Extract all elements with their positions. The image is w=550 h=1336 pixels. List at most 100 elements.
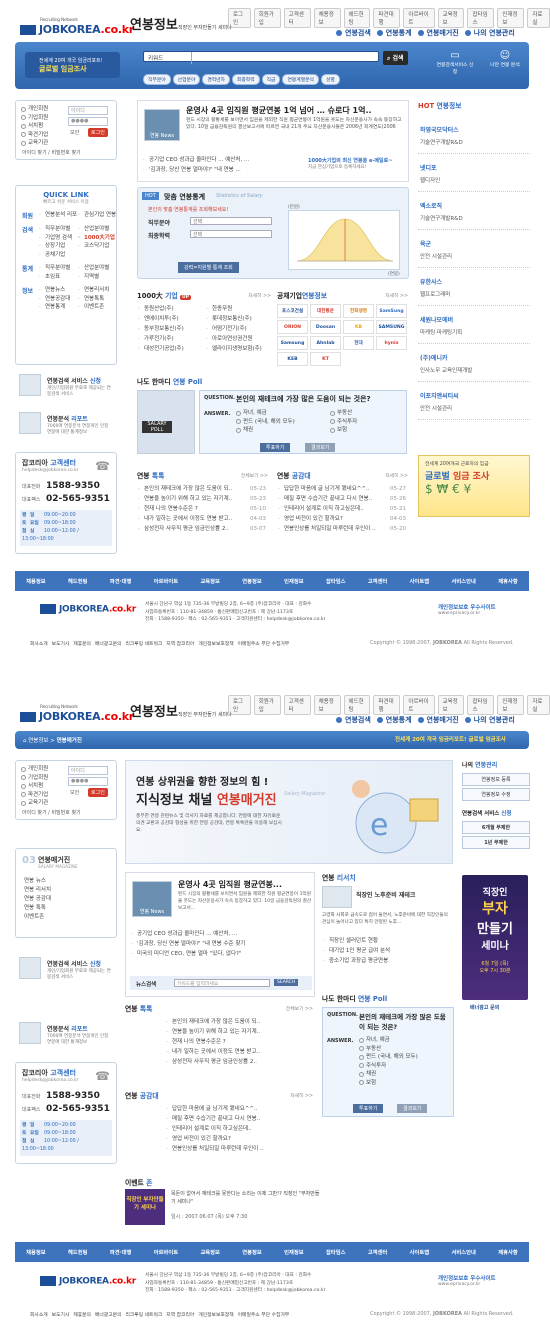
poll-option[interactable]: 채권 bbox=[236, 426, 295, 435]
company-logo[interactable]: 현대 bbox=[343, 336, 374, 350]
search-button[interactable]: ⌕ 검색 bbox=[383, 51, 408, 65]
member-type-radio[interactable]: 파견기업 bbox=[21, 131, 48, 140]
news-side-promo[interactable]: 1000大기업의 최신 연봉을 e-메일로~ 지금 관심기업으로 등록하세요! bbox=[308, 157, 408, 170]
poll-option[interactable]: 펀드 (국내, 해외 모두) bbox=[359, 1053, 418, 1062]
news-item[interactable]: 공기업 CEO 성과급 올마인다 ... 예산처, ... bbox=[142, 155, 302, 165]
hot-item[interactable]: 하영국모닥터스 기술연구개발R&D bbox=[418, 116, 530, 154]
post-link[interactable]: 영업 비전이 있긴 할까요? 04-03 bbox=[277, 514, 410, 524]
quick-link-item[interactable]: 연봉톡톡 bbox=[77, 295, 116, 304]
myinfo-button[interactable]: 연봉정보 등록 bbox=[462, 773, 530, 786]
news-search-input[interactable]: 키워드를 입력하세요 bbox=[174, 979, 270, 987]
footer-menu-item[interactable]: 서비스안내 bbox=[452, 1248, 476, 1256]
hot-item[interactable]: 육군 안전 시설관리 bbox=[418, 230, 530, 268]
post-link[interactable]: 영업 비전이 있긴 할까요? bbox=[165, 1134, 315, 1144]
gongam-more[interactable]: 자세히 >> bbox=[290, 1092, 313, 1099]
fit-search-button[interactable]: 강력=지원별 통계 조회 bbox=[178, 262, 239, 273]
id-input[interactable]: 아이디 bbox=[68, 106, 108, 115]
top-link[interactable]: 회원가입 bbox=[253, 8, 281, 28]
post-link[interactable]: 답답한 마음에 글 남기게 됐네요^^.. 05-27 bbox=[277, 484, 410, 494]
quick-link-item[interactable]: 기업명 검색 bbox=[38, 234, 77, 243]
footer-menu-item[interactable]: 교육정보 bbox=[200, 1248, 220, 1256]
magazine-menu-item[interactable]: 연봉 공감대 bbox=[24, 895, 51, 904]
poll-option[interactable]: 주식투자 bbox=[330, 418, 357, 427]
id-input[interactable]: 아이디 bbox=[68, 766, 108, 775]
member-type-radio[interactable]: 교육기관 bbox=[21, 139, 48, 148]
footer-menu-item[interactable]: 고객센터 bbox=[368, 1248, 388, 1256]
post-link[interactable]: 매질 후면 수습기간 끝내고 다시 연봉.. bbox=[165, 1114, 315, 1124]
hot-item[interactable]: 유한사스 웹프로그래머 bbox=[418, 268, 530, 306]
footer-menu-item[interactable]: 제휴사항 bbox=[498, 577, 518, 585]
top-link[interactable]: 고객센터 bbox=[283, 695, 311, 715]
gongam-more[interactable]: 자세히 >> bbox=[385, 472, 408, 479]
company-logo[interactable]: Samsung bbox=[277, 336, 308, 350]
login-button[interactable]: 로그인 bbox=[88, 128, 108, 137]
find-account-link[interactable]: 아이디 찾기 / 비밀번호 찾기 bbox=[22, 809, 81, 816]
footer-link[interactable]: 회사소개 bbox=[30, 640, 48, 647]
company-logo[interactable]: SAMSUNG bbox=[376, 320, 407, 334]
member-type-radio[interactable]: 기업회원 bbox=[21, 774, 48, 783]
ad-caption[interactable]: 배너광고 문의 bbox=[470, 1004, 499, 1011]
post-link[interactable]: 삼성전자 사무직 평균 임금인상률 2.. bbox=[165, 1057, 315, 1067]
top-link[interactable]: 아르바이트 bbox=[403, 695, 435, 715]
footer-link[interactable]: 이메일주소 무단 수집거부 bbox=[238, 1311, 290, 1318]
research-item[interactable]: 중소기업 과장급 평균연봉 bbox=[322, 956, 452, 966]
top-link[interactable]: 자료실 bbox=[527, 695, 550, 715]
post-link[interactable]: 연봉인상를 처일되일 마루런데 무인이 .. 05-20 bbox=[277, 524, 410, 534]
magazine-menu-item[interactable]: 연봉 리서치 bbox=[24, 886, 51, 895]
fit-select-edu[interactable]: 선택 bbox=[190, 230, 272, 238]
quick-link-item[interactable]: 산업분야별 bbox=[77, 264, 116, 273]
logo[interactable]: Recruiting Network JOBKOREA.co.kr bbox=[20, 705, 134, 723]
news-item[interactable]: 공기업 CEO 성과급 올마인다 ... 예산처, ... bbox=[130, 929, 310, 939]
category-button[interactable]: 산업분야 bbox=[172, 74, 201, 85]
magazine-menu-item[interactable]: 연봉 톡톡 bbox=[24, 904, 51, 913]
menu-salary-stats[interactable]: 연봉통계 bbox=[376, 28, 412, 38]
footer-link[interactable]: 지역 잡코리아 bbox=[166, 1311, 194, 1318]
salary-report-link[interactable]: 연봉분석 리포트 7000여 연봉분석 연봉개인 인정 연봉에 대한 통계정보 bbox=[15, 1020, 117, 1054]
myinfo-button[interactable]: 연봉정보 수정 bbox=[462, 788, 530, 801]
top-link[interactable]: 잡타임스 bbox=[467, 8, 495, 28]
company-link[interactable]: 동부정보통신(주) bbox=[137, 324, 203, 334]
footer-logo[interactable]: JOBKOREA.co.kr bbox=[40, 1276, 136, 1287]
footer-menu-item[interactable]: 인재정보 bbox=[284, 1248, 304, 1256]
find-account-link[interactable]: 아이디 찾기 / 비밀번호 찾기 bbox=[22, 149, 81, 156]
footer-menu-item[interactable]: 헤드헌팅 bbox=[68, 1248, 88, 1256]
company-link[interactable]: 한종무원 bbox=[205, 304, 273, 314]
top-link[interactable]: 자료실 bbox=[527, 8, 550, 28]
quick-link-item[interactable]: 코스닥기업 bbox=[77, 242, 116, 251]
company-link[interactable]: 아로아연상권건원 bbox=[205, 334, 273, 344]
footer-link[interactable]: 회사소개 bbox=[30, 1311, 48, 1318]
global-survey-banner[interactable]: 전세계 20여개국 근로자의 임금 글로벌 임금 조사 $ ₩ € ¥ bbox=[418, 455, 530, 517]
company-link[interactable]: 대성전기공업(주) bbox=[137, 344, 203, 354]
top-link[interactable]: 교육정보 bbox=[437, 695, 465, 715]
member-type-radio[interactable]: 기업회원 bbox=[21, 114, 48, 123]
company-logo[interactable]: KT bbox=[310, 352, 341, 366]
category-button[interactable]: 성별 bbox=[320, 74, 340, 85]
top-link[interactable]: 회원가입 bbox=[253, 695, 281, 715]
company-link[interactable]: 엔에이치투(주) bbox=[137, 314, 203, 324]
quick-link-item[interactable]: 관심기업 연봉 알리미 bbox=[77, 211, 116, 220]
post-link[interactable]: 인테리어 설계로 이직 하고싶은데.. 05-21 bbox=[277, 504, 410, 514]
footer-menu-item[interactable]: 아르바이트 bbox=[154, 577, 178, 585]
footer-menu-item[interactable]: 사이트맵 bbox=[410, 1248, 430, 1256]
top-link[interactable]: 고객센터 bbox=[283, 8, 311, 28]
menu-my-salary[interactable]: 나의 연봉관리 bbox=[464, 715, 515, 725]
breadcrumb-banner[interactable]: 전세계 20여 개국 임금리포트! 글로벌 임금조사 bbox=[395, 735, 506, 743]
company-logo[interactable]: KB bbox=[343, 320, 374, 334]
footer-link[interactable]: 배너광고문의 bbox=[95, 1311, 121, 1318]
magazine-menu-item[interactable]: 이벤트존 bbox=[24, 913, 51, 922]
news-headline[interactable]: 운영사 4곳 임직원 평균연봉... bbox=[178, 879, 282, 890]
post-link[interactable]: 연봉을 높이기 위해 하고 있는 자기계.. 05-23 bbox=[137, 494, 270, 504]
top-link[interactable]: 헤드헌팅 bbox=[343, 8, 371, 28]
post-link[interactable]: 내가 일하는 곳에서 이정도 연봉 받고.. 04-03 bbox=[137, 514, 270, 524]
member-type-radio[interactable]: 개인회원 bbox=[21, 105, 48, 114]
footer-link[interactable]: 개인정보보호정책 bbox=[198, 640, 233, 647]
research-head[interactable]: 직장인 노후준비 재테크 bbox=[356, 890, 415, 899]
post-link[interactable]: 매질 후면 수습기간 끝내고 다시 연봉.. 05-26 bbox=[277, 494, 410, 504]
post-link[interactable]: 연봉인상를 처일되일 마루런데 무인이 .. bbox=[165, 1144, 315, 1154]
company-logo[interactable]: 대한통운 bbox=[310, 304, 341, 318]
quick-link-item[interactable]: 지역별 bbox=[77, 273, 116, 282]
company-logo[interactable]: hynix bbox=[376, 336, 407, 350]
footer-link[interactable]: 제휴문의 bbox=[73, 640, 91, 647]
top-link[interactable]: 헤드헌팅 bbox=[343, 695, 371, 715]
footer-link[interactable]: 지역 잡코리아 bbox=[166, 640, 194, 647]
